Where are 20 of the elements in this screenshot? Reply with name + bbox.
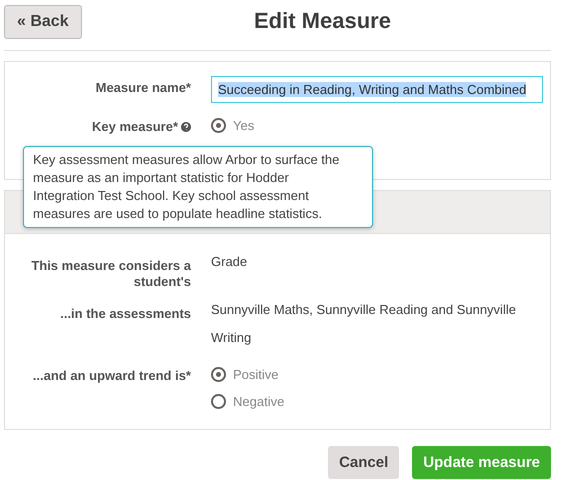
radio-button[interactable] [211,394,226,409]
radio-option[interactable]: Negative [211,394,284,409]
radio-option[interactable]: Yes [211,118,254,133]
field-label: This measure considers a student's [30,257,191,290]
field-label: Measure name* [94,79,191,96]
input-field[interactable]: Succeeding in Reading, Writing and Maths Combined [211,76,543,103]
field-label: ...and an upward trend is* [32,367,191,384]
radio-button[interactable] [211,367,226,382]
back-button[interactable]: « Back [4,5,82,39]
field-value: Grade [211,253,248,271]
cancel-button[interactable]: Cancel [328,446,400,479]
tooltip: Key assessment measures allow Arbor to surface the measure as an important statistic for Hodder Integration Test School. Key school assessment measures are used to populate headline statistics. [23,146,373,228]
radio-button[interactable] [211,118,226,133]
update-button[interactable]: Update measure [412,446,551,479]
help-icon[interactable] [181,122,191,132]
field-value: Sunnyville Maths, Sunnyville Reading and Sunnyville Writing [211,301,517,347]
page-title: Edit Measure [254,8,391,34]
field-label: Key measure* [92,119,178,135]
radio-option[interactable]: Positive [211,367,284,382]
field-label: ...in the assessments [59,305,191,322]
